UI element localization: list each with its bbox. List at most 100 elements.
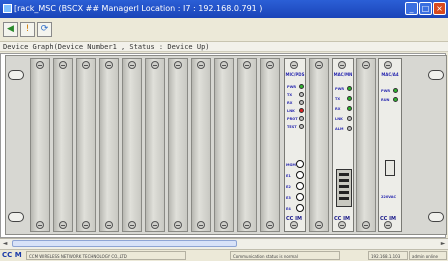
screw-icon: [243, 221, 251, 229]
screw-icon: [59, 221, 67, 229]
screw-icon: [290, 61, 298, 69]
status-company: CCM WIRELESS NETWORK TECHNOLOGY CO.,LTD: [26, 251, 186, 260]
led-label: PWR: [287, 85, 297, 89]
power-switch[interactable]: [385, 160, 395, 176]
status-led: [347, 116, 352, 121]
screw-icon: [36, 61, 44, 69]
port-icon[interactable]: [296, 171, 304, 179]
port-icon[interactable]: [296, 160, 304, 168]
led-label: PWR: [381, 89, 391, 93]
connector-pin: [339, 197, 349, 200]
screw-icon: [174, 221, 182, 229]
screw-icon: [338, 61, 346, 69]
company-logo: CC M: [2, 251, 22, 259]
left-bottom-handle: [8, 212, 24, 222]
status-led: [299, 92, 304, 97]
status-led: [299, 108, 304, 113]
screw-icon: [338, 221, 346, 229]
led-label: LNK: [335, 117, 343, 121]
led-label: RUN: [381, 98, 390, 102]
mac-mn-card[interactable]: MAC/MN PWR TX RX LNK ALM CC IM: [332, 58, 354, 232]
screw-icon: [243, 61, 251, 69]
screw-icon: [151, 61, 159, 69]
status-led: [393, 97, 398, 102]
scroll-thumb[interactable]: [12, 240, 237, 247]
led-label: RX: [287, 101, 293, 105]
screw-icon: [151, 221, 159, 229]
screw-icon: [174, 61, 182, 69]
empty-slot[interactable]: [168, 58, 188, 232]
screw-icon: [362, 61, 370, 69]
mac-a4-power-card[interactable]: MAC/A4 PWR RUN 220VAC CC IM: [378, 58, 402, 232]
status-ip: 192.168.1.103: [368, 251, 408, 260]
screw-icon: [384, 221, 392, 229]
alarm-icon[interactable]: !: [20, 22, 35, 37]
led-label: PWR: [335, 87, 345, 91]
status-led: [299, 84, 304, 89]
empty-slot[interactable]: [145, 58, 165, 232]
connector-pin: [339, 185, 349, 188]
connector-pin: [339, 179, 349, 182]
screw-icon: [266, 61, 274, 69]
port-icon[interactable]: [296, 182, 304, 190]
empty-slot[interactable]: [191, 58, 211, 232]
screw-icon: [128, 61, 136, 69]
back-icon[interactable]: ◀: [3, 22, 18, 37]
card-title: MAC/A4: [381, 72, 399, 77]
status-led: [299, 116, 304, 121]
screw-icon: [362, 221, 370, 229]
connector-pin: [339, 191, 349, 194]
mic-pds-card[interactable]: MIC/PDS PWR TX RX LNK PROT TEST MGMT E1 E2 E3 E4 CC …: [284, 58, 306, 232]
empty-slot[interactable]: [99, 58, 119, 232]
screw-icon: [290, 221, 298, 229]
screw-icon: [105, 221, 113, 229]
screw-icon: [266, 221, 274, 229]
empty-slot[interactable]: [309, 58, 329, 232]
minimize-button[interactable]: _: [405, 2, 418, 15]
close-button[interactable]: ×: [433, 2, 446, 15]
empty-slot[interactable]: [237, 58, 257, 232]
status-led: [347, 96, 352, 101]
screw-icon: [315, 61, 323, 69]
window-title: [rack_MSC (BSCX ## Managerl Location : I…: [14, 4, 263, 13]
screw-icon: [82, 61, 90, 69]
screw-icon: [197, 221, 205, 229]
scroll-right-arrow[interactable]: ►: [438, 239, 448, 249]
card-footer-label: CC IM: [334, 216, 350, 222]
right-bottom-handle: [428, 212, 444, 222]
empty-slot[interactable]: [76, 58, 96, 232]
empty-slot[interactable]: [53, 58, 73, 232]
scroll-left-arrow[interactable]: ◄: [0, 239, 10, 249]
empty-slot[interactable]: [260, 58, 280, 232]
horizontal-scrollbar[interactable]: ◄ ►: [0, 238, 448, 249]
led-label: ALM: [335, 127, 344, 131]
led-label: RX: [335, 107, 341, 111]
status-bar: CC M CCM WIRELESS NETWORK TECHNOLOGY CO.…: [0, 249, 448, 261]
window-title-bar[interactable]: [rack_MSC (BSCX ## Managerl Location : I…: [0, 0, 448, 18]
window-controls: _ □ ×: [405, 2, 446, 15]
port-icon[interactable]: [296, 204, 304, 212]
status-led: [347, 126, 352, 131]
status-communication: Communication status is normal: [230, 251, 340, 260]
status-led: [347, 106, 352, 111]
status-user: admin online: [409, 251, 447, 260]
status-led: [347, 86, 352, 91]
screw-icon: [220, 61, 228, 69]
empty-slot[interactable]: [356, 58, 376, 232]
status-led: [299, 124, 304, 129]
empty-slot[interactable]: [122, 58, 142, 232]
maximize-button[interactable]: □: [419, 2, 432, 15]
empty-slot[interactable]: [214, 58, 234, 232]
led-label: LNK: [287, 109, 295, 113]
empty-slot[interactable]: [30, 58, 50, 232]
device-status-line: Device Graph(Device Number1 , Status : D…: [0, 42, 448, 52]
refresh-icon[interactable]: ⟳: [37, 22, 52, 37]
port-label: E2: [286, 185, 291, 189]
toolbar: ◀ ! ⟳: [0, 19, 448, 42]
screw-icon: [128, 221, 136, 229]
connector-pin: [339, 173, 349, 176]
screw-icon: [197, 61, 205, 69]
port-icon[interactable]: [296, 193, 304, 201]
status-led: [299, 100, 304, 105]
screw-icon: [105, 61, 113, 69]
